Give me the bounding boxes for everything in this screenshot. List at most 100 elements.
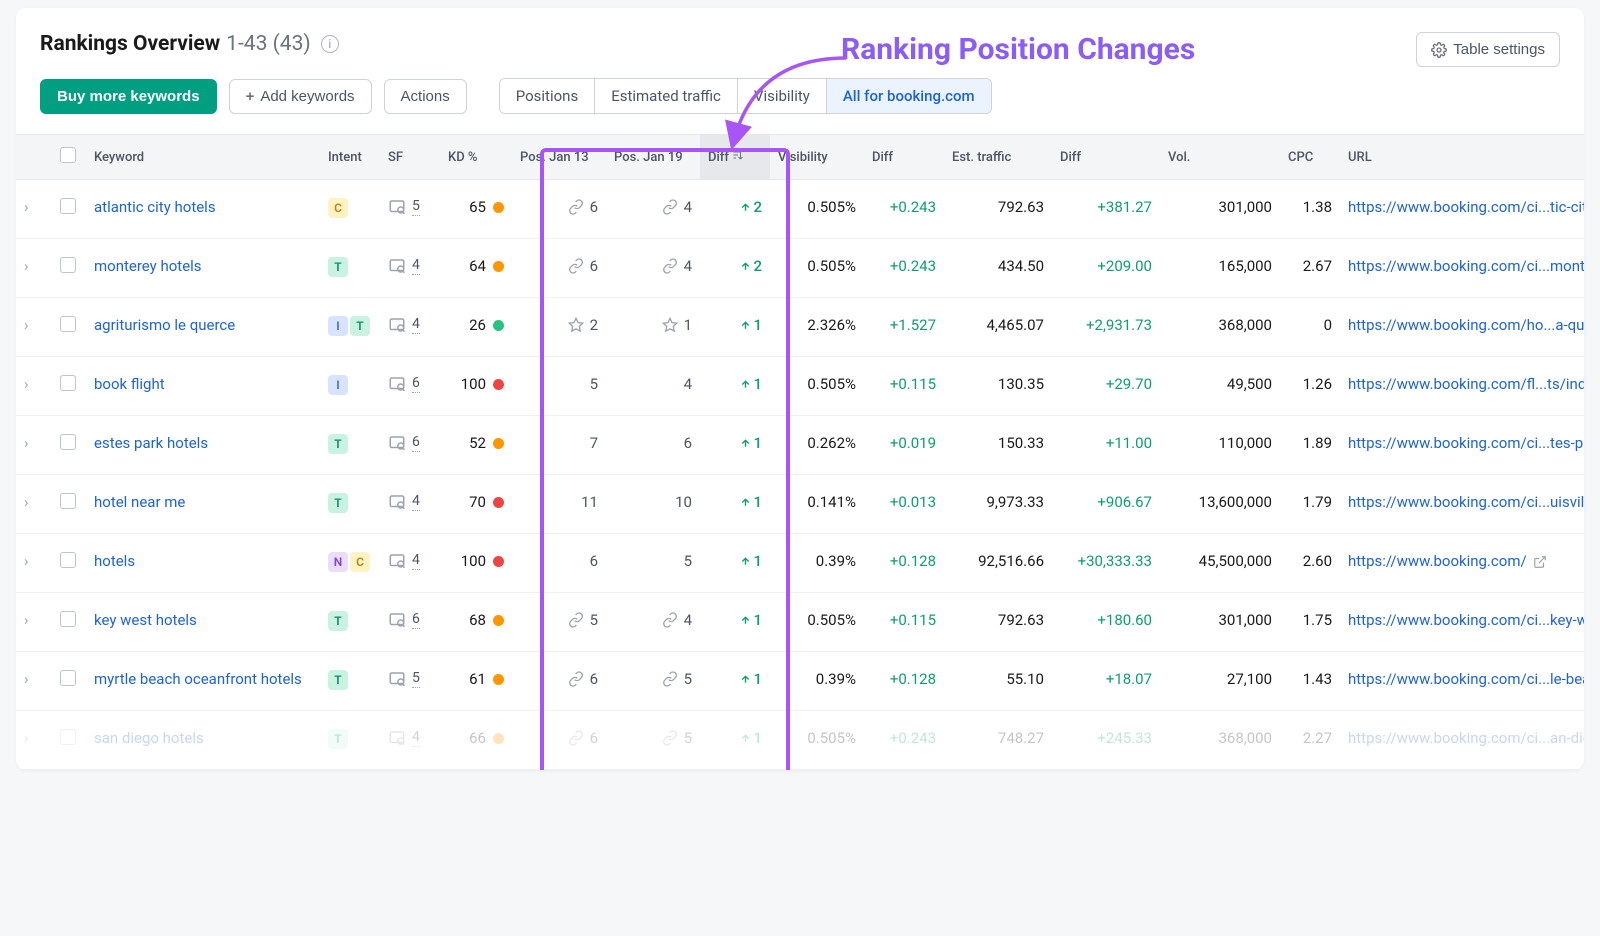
col-url[interactable]: URL [1340,135,1584,180]
keyword-link[interactable]: estes park hotels [94,434,208,452]
checkbox-icon[interactable] [60,670,76,686]
col-kd[interactable]: KD % [440,135,512,180]
url-link[interactable]: https://www.booking.com/ci...an-diego [1348,729,1584,747]
chevron-right-icon[interactable]: › [24,375,29,393]
checkbox-icon[interactable] [60,611,76,627]
sf-cell[interactable]: 4 [388,493,420,511]
serp-icon [388,670,406,688]
info-icon[interactable]: i [321,35,339,53]
table-row: ›hotel near meT470111010.141%+0.0139,973… [16,475,1584,534]
checkbox-icon[interactable] [60,257,76,273]
col-keyword[interactable]: Keyword [86,135,320,180]
link-icon [662,258,678,274]
checkbox-icon[interactable] [60,147,76,163]
url-link[interactable]: https://www.booking.com/ci...tic-city.h [1348,198,1584,216]
col-pdiff[interactable]: Diff [700,135,770,180]
intent-badge: T [328,434,348,454]
sf-cell[interactable]: 6 [388,375,420,393]
table-row: ›key west hotelsT6685410.505%+0.115792.6… [16,593,1584,652]
keyword-link[interactable]: agriturismo le querce [94,316,235,334]
table-settings-button[interactable]: Table settings [1416,32,1560,67]
col-est[interactable]: Est. traffic [944,135,1052,180]
keyword-link[interactable]: book flight [94,375,165,393]
star-icon [568,317,584,333]
chevron-right-icon[interactable]: › [24,257,29,275]
url-link[interactable]: https://www.booking.com/ci...uisville.h [1348,493,1584,511]
actions-button[interactable]: Actions [384,79,467,114]
sort-icon [732,149,744,161]
sf-cell[interactable]: 5 [388,198,420,216]
table-row: ›estes park hotelsT6527610.262%+0.019150… [16,416,1584,475]
checkbox-icon[interactable] [60,552,76,568]
chevron-right-icon[interactable]: › [24,670,29,688]
keyword-link[interactable]: san diego hotels [94,729,204,747]
table-row: ›agriturismo le querceIT4262112.326%+1.5… [16,298,1584,357]
checkbox-icon[interactable] [60,375,76,391]
checkbox-icon[interactable] [60,198,76,214]
tab-positions[interactable]: Positions [500,79,595,113]
sf-cell[interactable]: 6 [388,434,420,452]
serp-icon [388,611,406,629]
sf-cell[interactable]: 4 [388,552,420,570]
checkbox-icon[interactable] [60,316,76,332]
url-link[interactable]: https://www.booking.com/ci...montere [1348,257,1584,275]
arrow-up-icon [740,379,751,390]
checkbox-icon[interactable] [60,729,76,745]
checkbox-icon[interactable] [60,434,76,450]
col-pos1[interactable]: Pos. Jan 13 [512,135,606,180]
kd-dot-icon [493,674,504,685]
tab-estimated-traffic[interactable]: Estimated traffic [595,79,738,113]
url-link[interactable]: https://www.booking.com/ho...a-querc [1348,316,1584,334]
add-keywords-button[interactable]: + Add keywords [229,79,372,114]
col-ediff[interactable]: Diff [1052,135,1160,180]
chevron-right-icon[interactable]: › [24,493,29,511]
sf-cell[interactable]: 4 [388,316,420,334]
tab-visibility[interactable]: Visibility [738,79,827,113]
link-icon [662,671,678,687]
annotation-label: Ranking Position Changes [841,32,1195,67]
keyword-link[interactable]: myrtle beach oceanfront hotels [94,670,302,688]
keyword-link[interactable]: hotel near me [94,493,185,511]
keyword-link[interactable]: key west hotels [94,611,197,629]
arrow-up-icon [740,261,751,272]
chevron-right-icon[interactable]: › [24,316,29,334]
chevron-right-icon[interactable]: › [24,729,29,747]
checkbox-icon[interactable] [60,493,76,509]
chevron-right-icon[interactable]: › [24,552,29,570]
table-row: ›book flightI61005410.505%+0.115130.35+2… [16,357,1584,416]
sf-cell[interactable]: 5 [388,670,420,688]
serp-icon [388,729,406,747]
tab-all-for-booking-com[interactable]: All for booking.com [827,79,991,113]
url-link[interactable]: https://www.booking.com/ci...le-beach [1348,670,1584,688]
sf-cell[interactable]: 4 [388,257,420,275]
link-icon [662,612,678,628]
url-link[interactable]: https://www.booking.com/ [1348,552,1527,570]
serp-icon [388,375,406,393]
buy-keywords-button[interactable]: Buy more keywords [40,79,217,114]
sf-cell[interactable]: 6 [388,611,420,629]
intent-badge: T [328,729,348,749]
link-icon [662,199,678,215]
kd-dot-icon [493,733,504,744]
link-icon [568,730,584,746]
url-link[interactable]: https://www.booking.com/ci...tes-park [1348,434,1584,452]
arrow-up-icon [740,438,751,449]
sf-cell[interactable]: 4 [388,729,420,747]
col-cpc[interactable]: CPC [1280,135,1340,180]
col-sf[interactable]: SF [380,135,440,180]
chevron-right-icon[interactable]: › [24,611,29,629]
col-visibility[interactable]: Visibility [770,135,864,180]
keyword-link[interactable]: monterey hotels [94,257,202,275]
col-vdiff[interactable]: Diff [864,135,944,180]
chevron-right-icon[interactable]: › [24,198,29,216]
col-vol[interactable]: Vol. [1160,135,1280,180]
col-select-all[interactable] [52,135,86,180]
url-link[interactable]: https://www.booking.com/fl...ts/index. [1348,375,1584,393]
keyword-link[interactable]: atlantic city hotels [94,198,216,216]
url-link[interactable]: https://www.booking.com/ci...key-wes [1348,611,1584,629]
intent-badge: T [328,670,348,690]
col-intent[interactable]: Intent [320,135,380,180]
keyword-link[interactable]: hotels [94,552,135,570]
col-pos2[interactable]: Pos. Jan 19 [606,135,700,180]
chevron-right-icon[interactable]: › [24,434,29,452]
